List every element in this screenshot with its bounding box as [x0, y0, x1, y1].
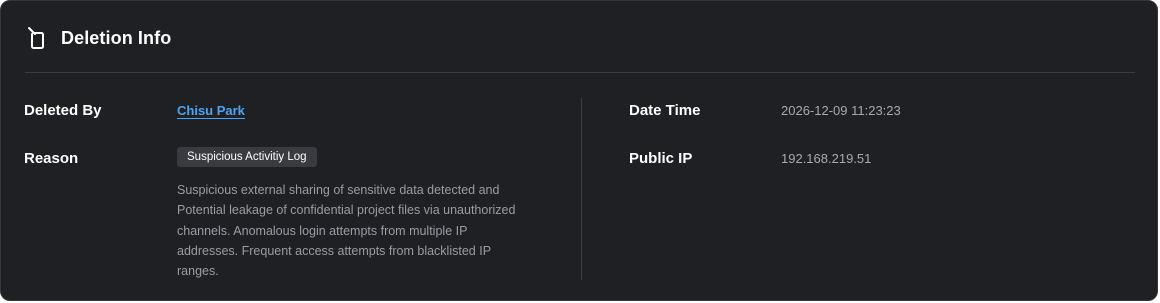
reason-label: Reason — [24, 150, 79, 167]
deleted-by-label: Deleted By — [24, 102, 102, 119]
card-header: Deletion Info — [25, 23, 171, 53]
reason-description: Suspicious external sharing of sensitive… — [177, 183, 516, 279]
deleted-by-user-link[interactable]: Chisu Park — [177, 103, 245, 118]
card-title: Deletion Info — [61, 27, 172, 48]
date-time-label: Date Time — [629, 102, 701, 119]
column-divider — [581, 98, 582, 280]
trash-icon — [28, 27, 44, 49]
public-ip-label: Public IP — [629, 150, 693, 167]
deletion-info-card: Deletion Info Deleted By Chisu Park Reas… — [0, 0, 1158, 301]
date-time-value: 2026-12-09 11:23:23 — [781, 103, 901, 118]
public-ip-value: 192.168.219.51 — [781, 151, 872, 166]
reason-tag: Suspicious Activitiy Log — [177, 147, 317, 167]
header-divider — [25, 72, 1135, 73]
